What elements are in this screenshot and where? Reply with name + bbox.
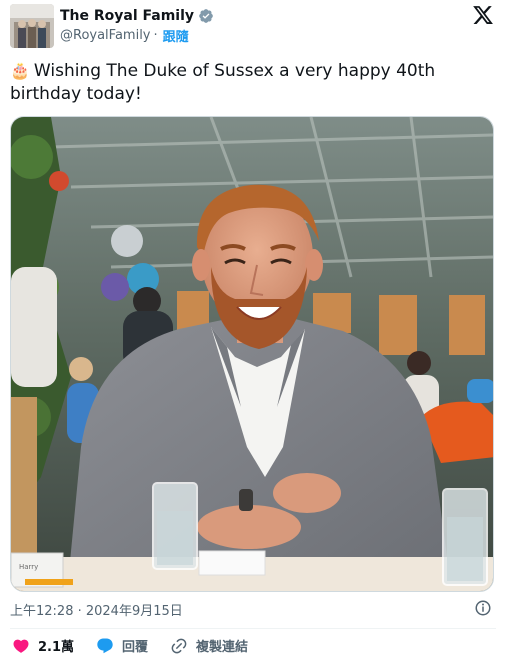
divider	[10, 628, 496, 629]
action-bar: 2.1萬 回覆 複製連結	[12, 636, 270, 655]
display-name[interactable]: The Royal Family	[60, 8, 194, 24]
photo-prince-harry: Harry	[11, 117, 493, 591]
tweet-text: Wishing The Duke of Sussex a very happy …	[10, 61, 436, 104]
handle[interactable]: @RoyalFamily	[60, 28, 151, 43]
reply-button[interactable]: 回覆	[96, 636, 148, 655]
reply-bubble-icon	[97, 638, 113, 653]
info-icon[interactable]	[474, 599, 492, 617]
like-count: 2.1萬	[38, 640, 75, 655]
link-icon	[171, 638, 187, 653]
table-card-text: Harry	[19, 563, 38, 571]
copy-link-label: 複製連結	[196, 640, 249, 655]
verified-badge-icon	[199, 9, 213, 23]
avatar[interactable]	[10, 4, 54, 48]
reply-label: 回覆	[122, 640, 149, 655]
separator: ·	[153, 28, 158, 43]
heart-icon	[13, 639, 29, 653]
x-logo-icon[interactable]	[472, 4, 494, 26]
tweet-photo[interactable]: Harry	[10, 116, 494, 592]
birthday-cake-icon: 🎂	[10, 61, 30, 80]
tweet-text-block: 🎂 Wishing The Duke of Sussex a very happy…	[10, 59, 480, 106]
avatar-image	[10, 4, 54, 48]
like-button[interactable]: 2.1萬	[12, 636, 74, 655]
tweet-timestamp[interactable]: 上午12:28 · 2024年9月15日	[10, 600, 183, 619]
tweet-header: The Royal Family @RoyalFamily · 跟隨	[10, 2, 496, 50]
copy-link-button[interactable]: 複製連結	[170, 636, 248, 655]
follow-button[interactable]: 跟隨	[163, 26, 189, 45]
